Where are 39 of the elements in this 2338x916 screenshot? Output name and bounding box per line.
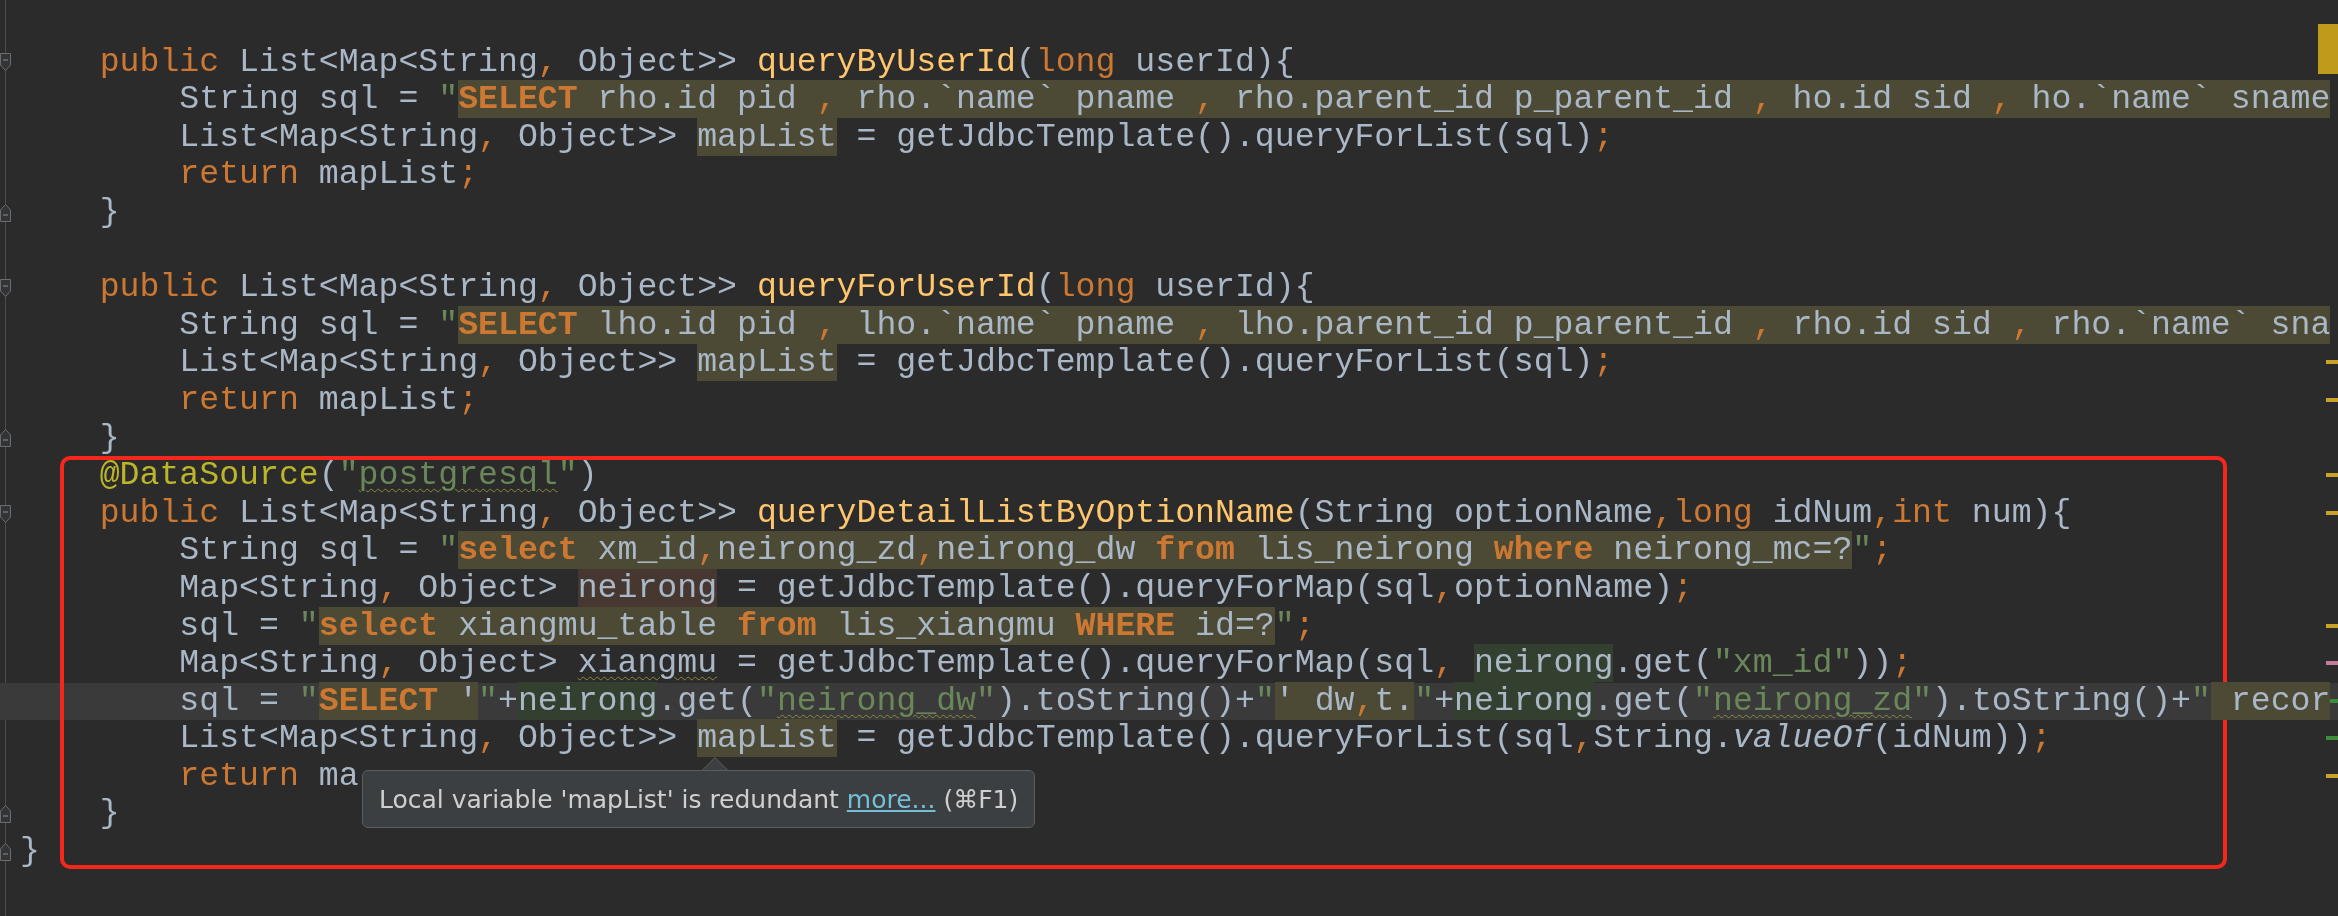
fold-icon[interactable]: [0, 278, 11, 297]
code-line: @DataSource("postgresql"): [98, 457, 598, 495]
code-line: public List<Map<String, Object>> queryDetailListByOptionName(String optionName,long idNum,int num){: [98, 494, 2072, 533]
code-line: Map<String, Object> neirong = getJdbcTemplate().queryForMap(sql,optionName);: [178, 569, 1693, 608]
stripe-mark[interactable]: [2326, 397, 2338, 402]
code-line: List<Map<String, Object>> mapList = getJdbcTemplate().queryForList(sql,String.valueOf(idNum));: [178, 720, 2052, 758]
code-line: return mapList;: [178, 381, 479, 420]
code-line: List<Map<String, Object>> mapList = getJdbcTemplate().queryForList(sql);: [178, 118, 1614, 157]
stripe-mark[interactable]: [2326, 773, 2338, 778]
stripe-mark[interactable]: [2326, 360, 2338, 365]
code-line: sql = "SELECT '"+neirong.get("neirong_dw").toString()+"' dw,t."+neirong.get("neirong_zd").toString()+" recor: [178, 682, 2331, 721]
code-line: Map<String, Object> xiangmu = getJdbcTemplate().queryForMap(sql, neirong.get("xm_id"));: [178, 645, 1913, 683]
code-line: }: [20, 833, 40, 871]
fold-icon[interactable]: [0, 842, 11, 861]
fold-icon[interactable]: [0, 203, 11, 222]
shortcut-hint: (⌘F1): [943, 784, 1019, 814]
stripe-mark[interactable]: [2326, 661, 2338, 666]
tooltip-message: Local variable 'mapList' is redundant more...: [379, 784, 936, 814]
more-link[interactable]: more...: [846, 784, 936, 814]
fold-icon[interactable]: [0, 805, 11, 824]
code-line: String sql = "SELECT rho.id pid , rho.`name` pname , rho.parent_id p_parent_id , ho.id sid , ho.`name` sname: [178, 81, 2331, 119]
code-line: String sql = "select xm_id,neirong_zd,neirong_dw from lis_neirong where neirong_mc=?";: [178, 532, 1893, 570]
code-line: return ma: [178, 757, 359, 796]
stripe-mark[interactable]: [2326, 510, 2338, 515]
stripe-mark[interactable]: [2326, 623, 2338, 628]
stripe-mark[interactable]: [2326, 473, 2338, 478]
code-line: sql = "select xiangmu_table from lis_xiangmu WHERE id=?";: [178, 607, 1315, 646]
code-line: String sql = "SELECT lho.id pid , lho.`name` pname , lho.parent_id p_parent_id , rho.id sid , rho.`name` sna: [178, 306, 2331, 345]
stripe-mark[interactable]: [2326, 736, 2338, 741]
code-line: List<Map<String, Object>> mapList = getJdbcTemplate().queryForList(sql);: [178, 344, 1614, 382]
code-line: public List<Map<String, Object>> queryByUserId(long userId){: [98, 43, 1295, 82]
fold-icon[interactable]: [0, 504, 11, 523]
fold-icon[interactable]: [0, 429, 11, 448]
code-line: public List<Map<String, Object>> queryForUserId(long userId){: [98, 269, 1315, 307]
code-line: }: [98, 193, 120, 232]
fold-icon[interactable]: [0, 53, 11, 72]
code-line: return mapList;: [178, 156, 479, 194]
code-line: }: [98, 795, 120, 834]
code-line: }: [98, 419, 120, 458]
